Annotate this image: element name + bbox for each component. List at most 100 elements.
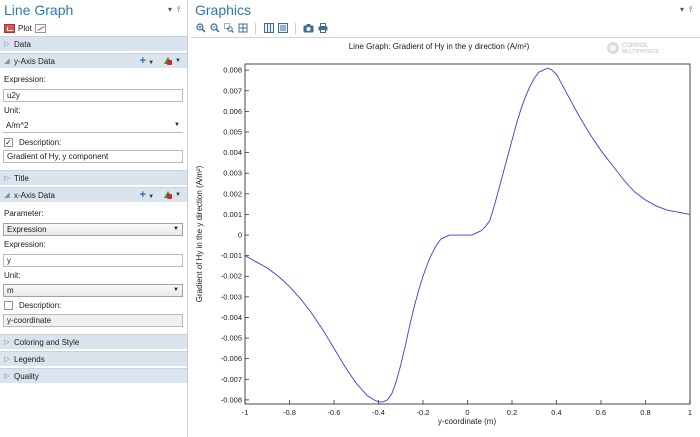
y-tick-label: 0.003 <box>223 169 242 178</box>
pin-icon[interactable]: ⫯ <box>177 5 180 15</box>
x-parameter-label: Parameter: <box>4 209 44 218</box>
logo-icon <box>607 42 619 54</box>
section-quality[interactable]: ▷ Quality <box>0 368 187 383</box>
y-expression-input[interactable]: u2y <box>3 89 183 102</box>
x-description-checkbox[interactable] <box>4 301 13 310</box>
show-grid-icon[interactable] <box>263 23 274 34</box>
chevron-down-icon: ▼ <box>148 60 155 66</box>
section-y-axis-data[interactable]: ◢ y-Axis Data + ▼ ▼ <box>0 53 187 68</box>
chevron-down-icon: ▼ <box>175 192 181 198</box>
y-tick-label: 0 <box>238 231 242 240</box>
zoom-in-icon[interactable] <box>195 23 206 34</box>
plot-icon[interactable] <box>4 23 15 33</box>
y-tick-label: -0.003 <box>221 292 242 301</box>
x-description-input[interactable]: y-coordinate <box>3 314 183 327</box>
plot-button[interactable]: Plot <box>18 24 32 33</box>
x-tick-label: 0.8 <box>640 408 650 417</box>
plot-area[interactable]: Line Graph: Gradient of Hy in the y dire… <box>191 37 700 437</box>
plus-icon: + <box>139 189 147 201</box>
expand-icon: ▷ <box>4 41 10 48</box>
section-coloring-style[interactable]: ▷ Coloring and Style <box>0 334 187 349</box>
x-parameter-select[interactable]: Expression ▼ <box>3 223 183 236</box>
y-tick-label: 0.008 <box>223 66 242 75</box>
pin-icon[interactable]: ⫯ <box>689 5 692 15</box>
y-expression-label: Expression: <box>4 75 46 84</box>
plot-row: Plot <box>4 22 46 34</box>
section-label: Coloring and Style <box>14 337 80 347</box>
x-tick-label: 1 <box>688 408 692 417</box>
settings-panel: Line Graph ▾ ⫯ Plot ▷ Data ◢ y-Axis Data… <box>0 0 188 437</box>
section-label: x-Axis Data <box>14 190 55 200</box>
toolbar-separator <box>255 22 256 34</box>
y-tick-label: -0.007 <box>221 375 242 384</box>
graphics-toolbar <box>195 21 328 35</box>
y-description-row: ✓ Description: <box>4 137 61 148</box>
section-label: Legends <box>14 354 45 364</box>
chevron-down-icon: ▼ <box>174 122 180 128</box>
x-unit-select[interactable]: m ▼ <box>3 284 183 297</box>
section-title[interactable]: ▷ Title <box>0 170 187 185</box>
section-x-axis-data[interactable]: ◢ x-Axis Data + ▼ ▼ <box>0 187 187 202</box>
replace-expression-button[interactable]: + ▼ <box>139 55 155 67</box>
section-data[interactable]: ▷ Data <box>0 36 187 51</box>
logo-subtext: MULTIPHYSICS <box>622 49 659 55</box>
x-description-row: Description: <box>4 300 61 311</box>
y-description-label: Description: <box>19 138 62 147</box>
graphics-title: Graphics <box>195 2 252 18</box>
show-legend-icon[interactable] <box>277 23 288 34</box>
print-icon[interactable] <box>317 23 328 34</box>
zoom-out-icon[interactable] <box>209 23 220 34</box>
minimize-icon[interactable]: ▾ <box>680 5 684 14</box>
y-unit-value: A/m^2 <box>6 121 29 130</box>
y-tick-label: 0.006 <box>223 107 242 116</box>
settings-title: Line Graph <box>4 2 74 18</box>
toolbar-separator <box>295 22 296 34</box>
axes-box <box>244 63 691 405</box>
x-unit-value: m <box>7 286 14 295</box>
expression-icon <box>164 56 173 66</box>
expand-icon: ▷ <box>4 339 10 346</box>
y-unit-label: Unit: <box>4 106 21 115</box>
x-tick-label: -0.2 <box>417 408 430 417</box>
insert-expression-button[interactable]: ▼ <box>164 190 181 200</box>
x-tick-label: -0.8 <box>283 408 296 417</box>
x-tick-label: -0.6 <box>328 408 341 417</box>
x-expression-input[interactable]: y <box>3 254 183 267</box>
section-label: Title <box>14 173 29 183</box>
comsol-logo: COMSOL MULTIPHYSICS <box>607 42 659 55</box>
collapse-icon: ◢ <box>4 58 10 65</box>
y-description-checkbox[interactable]: ✓ <box>4 138 13 147</box>
minimize-icon[interactable]: ▾ <box>168 5 172 14</box>
x-tick-label: -0.4 <box>372 408 385 417</box>
section-label: Data <box>14 39 31 49</box>
x-tick-label: 0.6 <box>596 408 606 417</box>
y-tick-label: 0.002 <box>223 189 242 198</box>
x-expression-label: Expression: <box>4 240 46 249</box>
y-tick-label: 0.004 <box>223 148 242 157</box>
y-tick-label: -0.002 <box>221 272 242 281</box>
line-chart[interactable]: Line Graph: Gradient of Hy in the y dire… <box>191 38 700 437</box>
replace-expression-button[interactable]: + ▼ <box>139 189 154 201</box>
x-unit-label: Unit: <box>4 271 21 280</box>
y-tick-label: 0.007 <box>223 86 242 95</box>
insert-expression-button[interactable]: ▼ <box>164 56 181 66</box>
x-tick-label: 0.2 <box>507 408 517 417</box>
chevron-down-icon: ▼ <box>173 226 179 232</box>
y-tick-label: 0.005 <box>223 128 242 137</box>
y-description-input[interactable]: Gradient of Hy, y component <box>3 150 183 163</box>
chart-title: Line Graph: Gradient of Hy in the y dire… <box>349 42 530 51</box>
y-tick-label: -0.005 <box>221 334 242 343</box>
y-tick-label: -0.006 <box>221 354 242 363</box>
y-unit-select[interactable]: A/m^2 ▼ <box>3 120 183 133</box>
x-tick-label: 0.4 <box>551 408 561 417</box>
plus-icon: + <box>139 55 147 67</box>
y-tick-label: -0.008 <box>221 395 242 404</box>
y-tick-label: -0.001 <box>221 251 242 260</box>
line-graph-icon[interactable] <box>34 23 46 33</box>
zoom-extents-icon[interactable] <box>237 23 248 34</box>
zoom-box-icon[interactable] <box>223 23 234 34</box>
collapse-icon: ◢ <box>4 192 10 199</box>
camera-icon[interactable] <box>303 23 314 34</box>
section-legends[interactable]: ▷ Legends <box>0 351 187 366</box>
graphics-window: Graphics ▾ ⫯ Line Graph: Gradient of Hy … <box>191 0 700 437</box>
